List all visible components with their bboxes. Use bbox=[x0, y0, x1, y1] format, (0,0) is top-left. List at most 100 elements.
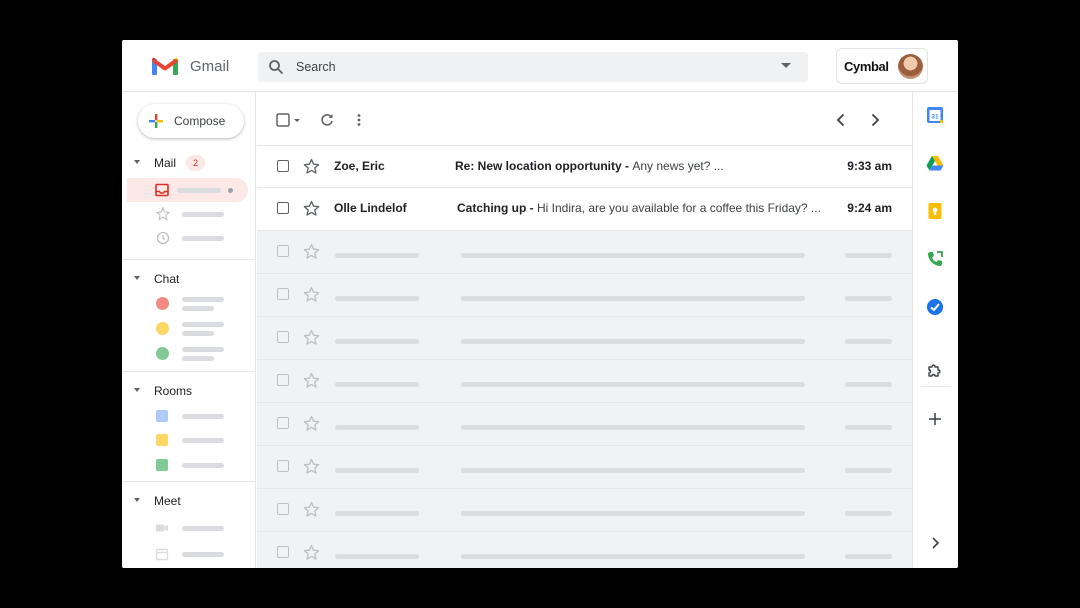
subject-placeholder bbox=[461, 468, 805, 473]
chat-avatar bbox=[156, 347, 169, 360]
room-item[interactable] bbox=[122, 453, 256, 477]
room-item[interactable] bbox=[122, 428, 256, 452]
row-checkbox[interactable] bbox=[277, 160, 289, 172]
chat-item[interactable] bbox=[122, 292, 256, 316]
sidebar-item-inbox[interactable] bbox=[127, 178, 248, 202]
sidebar-item-my-meetings[interactable] bbox=[122, 542, 256, 566]
subject-placeholder bbox=[461, 425, 805, 430]
rooms-section-label: Rooms bbox=[154, 384, 193, 398]
chat-item[interactable] bbox=[122, 317, 256, 341]
chat-item[interactable] bbox=[122, 342, 256, 366]
meet-section-header[interactable]: Meet bbox=[122, 492, 256, 512]
chat-section: Chat bbox=[122, 270, 256, 370]
collapse-caret-icon[interactable] bbox=[134, 276, 140, 280]
row-checkbox bbox=[277, 546, 289, 558]
email-sender: Zoe, Eric bbox=[334, 159, 385, 173]
collapse-caret-icon[interactable] bbox=[134, 160, 140, 164]
email-row[interactable]: Olle Lindelof Catching up - Hi Indira, a… bbox=[257, 188, 912, 231]
snoozed-label-placeholder bbox=[182, 236, 224, 241]
chat-name-placeholder bbox=[182, 297, 224, 302]
subject-placeholder bbox=[461, 296, 805, 301]
select-all-checkbox[interactable] bbox=[275, 112, 291, 128]
search-icon[interactable] bbox=[268, 59, 284, 75]
top-bar: Gmail Cymbal bbox=[122, 40, 958, 92]
chat-preview-placeholder bbox=[182, 306, 214, 311]
email-snippet: Hi Indira, are you available for a coffe… bbox=[537, 201, 821, 215]
time-placeholder bbox=[845, 253, 892, 258]
subject-placeholder bbox=[461, 339, 805, 344]
meet-label-placeholder bbox=[182, 552, 224, 557]
star-icon bbox=[303, 544, 320, 560]
account-switcher[interactable]: Cymbal bbox=[836, 48, 928, 84]
more-options-icon[interactable] bbox=[351, 112, 367, 128]
row-checkbox bbox=[277, 374, 289, 386]
room-name-placeholder bbox=[182, 438, 224, 443]
message-list: Zoe, Eric Re: New location opportunity -… bbox=[257, 92, 912, 568]
room-item[interactable] bbox=[122, 404, 256, 428]
time-placeholder bbox=[845, 554, 892, 559]
search-input[interactable] bbox=[296, 58, 756, 76]
row-checkbox bbox=[277, 331, 289, 343]
plus-icon bbox=[149, 114, 163, 128]
star-icon[interactable] bbox=[303, 200, 320, 217]
placeholder-email-row bbox=[257, 489, 912, 532]
collapse-caret-icon[interactable] bbox=[134, 388, 140, 392]
email-subject-line: Catching up - Hi Indira, are you availab… bbox=[457, 201, 821, 215]
avatar[interactable] bbox=[898, 54, 923, 79]
star-icon bbox=[156, 207, 170, 221]
email-subject: Re: New location opportunity - bbox=[455, 159, 633, 173]
inbox-icon bbox=[155, 183, 169, 197]
star-icon[interactable] bbox=[303, 158, 320, 175]
email-row[interactable]: Zoe, Eric Re: New location opportunity -… bbox=[257, 146, 912, 188]
gmail-window: Gmail Cymbal Compose bbox=[122, 40, 958, 568]
placeholder-email-row bbox=[257, 274, 912, 317]
sidebar-item-new-meeting[interactable] bbox=[122, 516, 256, 540]
expand-panel-chevron-icon[interactable] bbox=[926, 534, 944, 552]
room-name-placeholder bbox=[182, 414, 224, 419]
unread-dot bbox=[228, 188, 233, 193]
placeholder-email-row bbox=[257, 532, 912, 568]
svg-text:31: 31 bbox=[931, 114, 939, 121]
email-subject: Catching up - bbox=[457, 201, 537, 215]
row-checkbox bbox=[277, 288, 289, 300]
tasks-icon[interactable] bbox=[926, 298, 944, 316]
meet-label-placeholder bbox=[182, 526, 224, 531]
row-checkbox bbox=[277, 417, 289, 429]
keep-icon[interactable] bbox=[926, 202, 944, 220]
mail-section: Mail 2 bbox=[122, 154, 256, 254]
star-icon bbox=[303, 372, 320, 388]
subject-placeholder bbox=[461, 253, 805, 258]
sender-placeholder bbox=[335, 425, 419, 430]
sidebar-item-starred[interactable] bbox=[122, 202, 256, 226]
refresh-icon[interactable] bbox=[319, 112, 335, 128]
rooms-section-header[interactable]: Rooms bbox=[122, 382, 256, 402]
row-checkbox bbox=[277, 460, 289, 472]
sender-placeholder bbox=[335, 296, 419, 301]
voice-icon[interactable] bbox=[926, 250, 944, 268]
starred-label-placeholder bbox=[182, 212, 224, 217]
calendar-icon[interactable]: 31 bbox=[926, 106, 944, 124]
row-checkbox[interactable] bbox=[277, 202, 289, 214]
search-options-caret-icon[interactable] bbox=[781, 63, 791, 68]
time-placeholder bbox=[845, 425, 892, 430]
sidebar-item-snoozed[interactable] bbox=[122, 226, 256, 250]
rooms-section: Rooms bbox=[122, 382, 256, 482]
chevron-right-icon[interactable] bbox=[867, 112, 883, 128]
chat-name-placeholder bbox=[182, 347, 224, 352]
gmail-logo-icon[interactable] bbox=[152, 56, 178, 76]
inbox-label-placeholder bbox=[177, 188, 221, 193]
chevron-left-icon[interactable] bbox=[833, 112, 849, 128]
search-bar[interactable] bbox=[258, 52, 808, 82]
sender-placeholder bbox=[335, 554, 419, 559]
rail-divider bbox=[921, 386, 951, 387]
add-icon[interactable] bbox=[926, 410, 944, 428]
select-menu-caret-icon[interactable] bbox=[292, 112, 302, 128]
collapse-caret-icon[interactable] bbox=[134, 498, 140, 502]
add-ons-puzzle-icon[interactable] bbox=[926, 362, 944, 380]
drive-icon[interactable] bbox=[926, 154, 944, 172]
mail-section-header[interactable]: Mail 2 bbox=[122, 154, 256, 174]
chat-section-header[interactable]: Chat bbox=[122, 270, 256, 290]
star-icon bbox=[303, 458, 320, 474]
time-placeholder bbox=[845, 339, 892, 344]
compose-button[interactable]: Compose bbox=[138, 104, 244, 138]
